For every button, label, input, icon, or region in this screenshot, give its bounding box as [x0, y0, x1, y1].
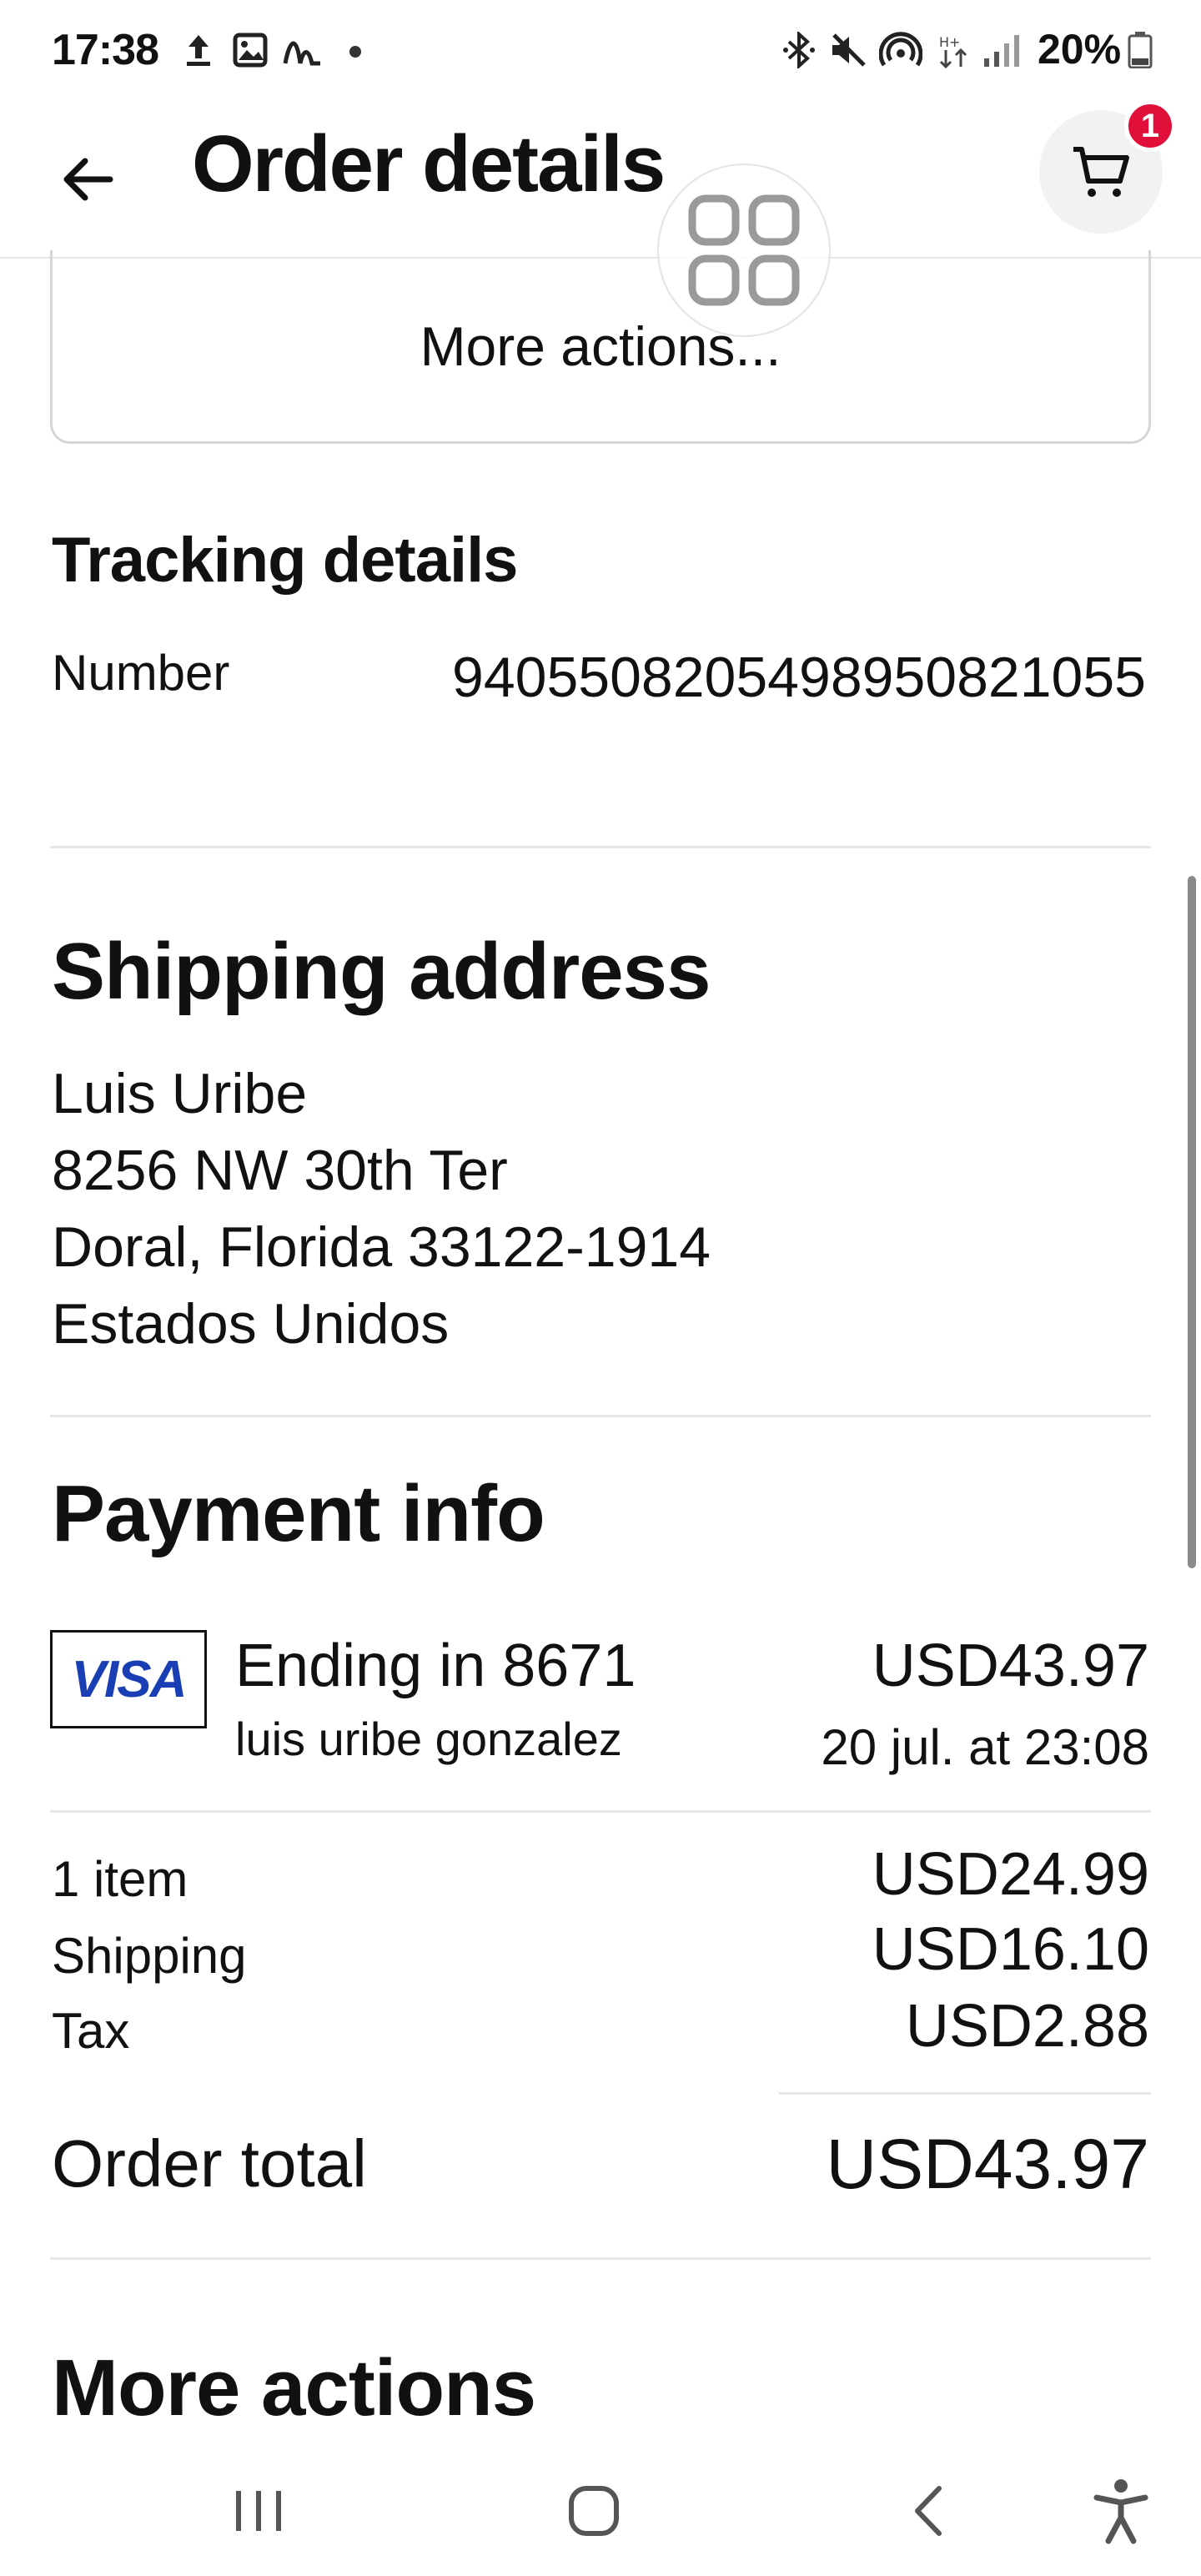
- back-nav-button[interactable]: [879, 2478, 979, 2544]
- shipping-address-heading: Shipping address: [52, 927, 711, 1016]
- home-icon: [569, 2486, 619, 2536]
- status-bar: 17:38 H+ 20%: [0, 0, 1201, 100]
- back-chevron-icon: [915, 2486, 942, 2536]
- shipping-label: Shipping: [52, 1928, 247, 1984]
- divider: [50, 2257, 1151, 2260]
- accessibility-icon: [1093, 2479, 1148, 2544]
- back-button[interactable]: [42, 133, 133, 225]
- divider: [50, 1415, 1151, 1417]
- battery-percent: 20%: [1038, 26, 1122, 73]
- more-actions-button[interactable]: More actions...: [50, 250, 1151, 444]
- subtotal-divider: [779, 2092, 1151, 2095]
- floating-grid-button[interactable]: [657, 164, 831, 337]
- card-ending: Ending in 8671: [235, 1633, 636, 1699]
- upload-icon: [187, 35, 210, 66]
- address-city: Doral, Florida 33122-1914: [52, 1215, 711, 1279]
- order-total-value: USD43.97: [826, 2125, 1149, 2203]
- page-title: Order details: [192, 119, 666, 209]
- cell-signal-icon: [984, 35, 1019, 67]
- home-button[interactable]: [544, 2478, 644, 2544]
- svg-text:H+: H+: [939, 34, 960, 50]
- app-header: Order details 1: [0, 100, 1201, 259]
- tracking-number-value[interactable]: 9405508205498950821055: [452, 637, 1153, 717]
- address-name: Luis Uribe: [52, 1062, 308, 1125]
- scrollbar-thumb[interactable]: [1188, 876, 1196, 1568]
- cart-badge: 1: [1124, 100, 1176, 152]
- recents-icon: [236, 2491, 281, 2531]
- address-street: 8256 NW 30th Ter: [52, 1139, 508, 1202]
- payment-date: 20 jul. at 23:08: [821, 1719, 1149, 1775]
- tax-label: Tax: [52, 2003, 130, 2059]
- cart-icon: [1073, 147, 1129, 197]
- image-icon: [233, 33, 268, 68]
- divider: [50, 846, 1151, 848]
- tracking-details-heading: Tracking details: [52, 525, 518, 596]
- order-total-label: Order total: [52, 2126, 367, 2201]
- payment-info-heading: Payment info: [52, 1469, 545, 1558]
- shipping-cost: USD16.10: [872, 1916, 1149, 1983]
- payment-amount: USD43.97: [872, 1633, 1149, 1699]
- data-arrows-icon: H+: [939, 34, 967, 68]
- system-nav-bar: [0, 2444, 1201, 2576]
- tracking-number-label: Number: [52, 645, 230, 701]
- battery-icon: [1128, 32, 1153, 68]
- status-time: 17:38: [52, 26, 159, 74]
- signal-wave-icon: [283, 41, 320, 66]
- visa-logo: VISA: [50, 1630, 207, 1728]
- tax-amount: USD2.88: [905, 1993, 1149, 2060]
- card-holder: luis uribe gonzalez: [235, 1713, 622, 1765]
- bluetooth-icon: [783, 32, 815, 68]
- back-arrow-icon: [63, 158, 113, 201]
- recents-button[interactable]: [209, 2478, 309, 2544]
- hotspot-icon: [879, 32, 922, 67]
- item-count-label: 1 item: [52, 1851, 188, 1907]
- more-actions-heading: More actions: [52, 2343, 536, 2433]
- accessibility-button[interactable]: [1071, 2478, 1171, 2544]
- item-subtotal: USD24.99: [872, 1841, 1149, 1908]
- grid-apps-icon: [688, 194, 800, 306]
- mute-icon: [832, 33, 866, 67]
- address-country: Estados Unidos: [52, 1292, 450, 1356]
- divider: [50, 1810, 1151, 1813]
- dot-icon: [349, 46, 361, 58]
